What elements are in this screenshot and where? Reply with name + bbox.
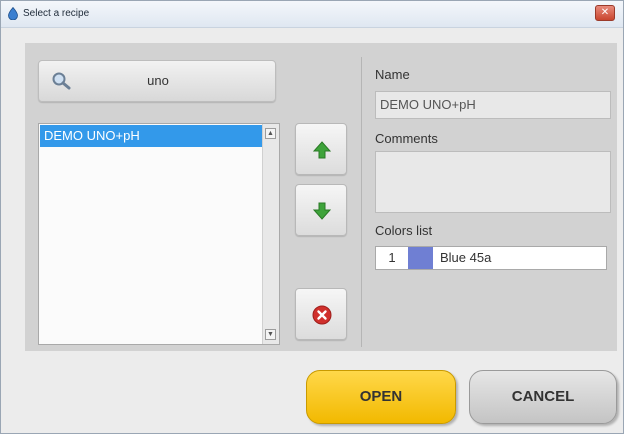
comments-label: Comments bbox=[375, 131, 438, 146]
cancel-button[interactable]: CANCEL bbox=[469, 370, 617, 424]
delete-icon bbox=[312, 305, 332, 325]
move-up-button[interactable] bbox=[295, 123, 347, 175]
panel-divider bbox=[361, 57, 362, 347]
recipe-panel: uno DEMO UNO+pH ▲ ▼ Name DEMO UNO+pH Com… bbox=[25, 43, 617, 351]
arrow-up-icon bbox=[312, 141, 332, 159]
colors-list-label: Colors list bbox=[375, 223, 433, 238]
move-down-button[interactable] bbox=[295, 184, 347, 236]
color-name: Blue 45a bbox=[440, 250, 492, 265]
color-swatch bbox=[408, 247, 433, 269]
app-icon bbox=[8, 7, 18, 20]
close-button[interactable]: ✕ bbox=[595, 5, 615, 21]
scrollbar[interactable]: ▲ ▼ bbox=[262, 124, 279, 344]
scroll-up-button[interactable]: ▲ bbox=[265, 128, 276, 139]
open-button[interactable]: OPEN bbox=[306, 370, 456, 424]
comments-field[interactable] bbox=[375, 151, 611, 213]
name-label: Name bbox=[375, 67, 410, 82]
search-value: uno bbox=[147, 73, 169, 88]
search-button[interactable]: uno bbox=[38, 60, 276, 102]
recipe-list[interactable]: DEMO UNO+pH ▲ ▼ bbox=[38, 123, 280, 345]
color-index: 1 bbox=[388, 250, 396, 265]
scroll-down-button[interactable]: ▼ bbox=[265, 329, 276, 340]
color-list-item[interactable]: 1 Blue 45a bbox=[375, 246, 607, 270]
title-bar: Select a recipe ✕ bbox=[1, 1, 623, 28]
list-item[interactable]: DEMO UNO+pH bbox=[40, 125, 262, 147]
delete-button[interactable] bbox=[295, 288, 347, 340]
arrow-down-icon bbox=[312, 202, 332, 220]
name-field[interactable]: DEMO UNO+pH bbox=[375, 91, 611, 119]
window-title: Select a recipe bbox=[23, 8, 90, 19]
recipe-dialog: Select a recipe ✕ uno DEMO UNO+pH ▲ ▼ Na… bbox=[0, 0, 624, 434]
